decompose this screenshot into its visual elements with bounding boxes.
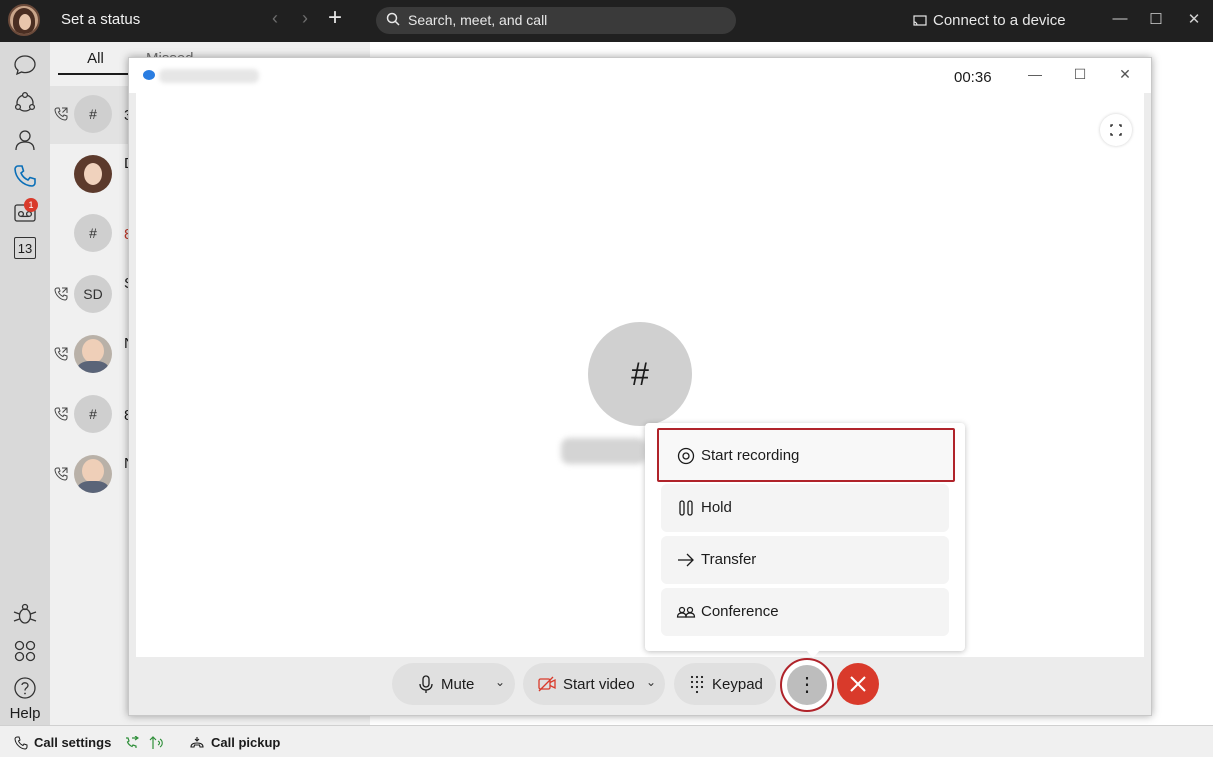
call-status-green-icon — [149, 736, 163, 749]
keypad-icon — [690, 675, 704, 694]
call-window: 00:36 — ☐ ✕ # — [128, 57, 1152, 716]
menu-item-label: Conference — [701, 603, 779, 620]
hold-menu-item[interactable]: Hold — [661, 484, 949, 532]
set-status-button[interactable]: Set a status — [61, 11, 140, 28]
more-options-icon: ⋮ — [787, 665, 827, 705]
transfer-menu-item[interactable]: Transfer — [661, 536, 949, 584]
contacts-icon[interactable] — [12, 127, 38, 153]
menu-pointer — [806, 650, 820, 658]
status-bar: Call settings Call pickup — [0, 725, 1213, 757]
minimize-icon[interactable]: — — [1110, 10, 1130, 27]
record-icon — [677, 447, 695, 465]
conference-menu-item[interactable]: Conference — [661, 588, 949, 636]
call-avatar: SD — [74, 275, 112, 313]
redacted-caller-title — [159, 69, 259, 83]
redacted-caller-name — [561, 438, 646, 464]
start-video-label: Start video — [563, 676, 635, 693]
apps-icon[interactable] — [12, 638, 38, 664]
outgoing-call-icon — [54, 287, 68, 301]
call-settings-button[interactable]: Call settings — [14, 735, 169, 750]
outgoing-call-icon — [54, 407, 68, 421]
cast-icon — [913, 15, 927, 26]
connect-device-button[interactable]: Connect to a device — [913, 12, 1066, 29]
menu-item-label: Hold — [701, 499, 732, 516]
title-bar: Set a status ‹ › + Search, meet, and cal… — [0, 0, 1213, 42]
webex-logo-icon — [143, 70, 155, 80]
more-options-button[interactable]: ⋮ — [780, 658, 834, 712]
messaging-icon[interactable] — [12, 52, 38, 78]
voicemail-badge: 1 — [24, 198, 38, 212]
video-options-chevron-icon[interactable]: ⌄ — [646, 675, 656, 689]
call-avatar-photo — [74, 335, 112, 373]
call-avatar: # — [74, 214, 112, 252]
search-input[interactable]: Search, meet, and call — [376, 7, 736, 34]
call-settings-icon — [14, 736, 28, 750]
call-forward-icon — [125, 736, 139, 748]
new-item-plus-icon[interactable]: + — [328, 6, 342, 30]
debug-icon[interactable] — [12, 601, 38, 627]
mute-options-chevron-icon[interactable]: ⌄ — [495, 675, 505, 689]
teams-icon[interactable] — [12, 90, 38, 116]
call-window-titlebar: 00:36 — ☐ ✕ — [129, 58, 1151, 93]
tab-all[interactable]: All — [58, 50, 133, 67]
help-label[interactable]: Help — [0, 705, 50, 722]
menu-item-label: Start recording — [701, 447, 800, 464]
outgoing-call-icon — [54, 467, 68, 481]
more-options-menu: Start recording Hold Transfer Conference — [645, 423, 965, 651]
conference-icon — [676, 606, 696, 618]
call-timer: 00:36 — [954, 69, 992, 86]
profile-avatar[interactable] — [8, 4, 40, 36]
calendar-icon[interactable]: 13 — [14, 237, 36, 259]
call-settings-label: Call settings — [34, 735, 112, 750]
keypad-button[interactable]: Keypad — [674, 663, 776, 705]
calling-icon[interactable] — [12, 163, 38, 189]
start-recording-menu-item[interactable]: Start recording — [657, 428, 955, 482]
forward-arrow-icon[interactable]: › — [302, 8, 308, 29]
hold-icon — [679, 500, 693, 516]
menu-item-label: Transfer — [701, 551, 757, 568]
call-pickup-button[interactable]: Call pickup — [189, 735, 280, 750]
mute-label: Mute — [441, 676, 475, 693]
outgoing-call-icon — [54, 107, 68, 121]
tab-all-underline — [58, 73, 133, 75]
call-avatar: # — [74, 95, 112, 133]
call-avatar-photo — [74, 155, 112, 193]
search-icon — [386, 12, 400, 26]
caller-avatar: # — [588, 322, 692, 426]
call-avatar-photo — [74, 455, 112, 493]
call-maximize-icon[interactable]: ☐ — [1070, 66, 1090, 83]
call-close-icon[interactable]: ✕ — [1115, 66, 1135, 83]
fullscreen-icon — [1110, 124, 1122, 136]
transfer-icon — [678, 553, 694, 567]
call-avatar: # — [74, 395, 112, 433]
call-pickup-label: Call pickup — [211, 735, 281, 750]
search-placeholder: Search, meet, and call — [408, 12, 548, 28]
mute-button[interactable]: Mute ⌄ — [392, 663, 515, 705]
fullscreen-button[interactable] — [1100, 114, 1132, 146]
call-pickup-icon — [190, 737, 204, 748]
keypad-label: Keypad — [712, 676, 763, 693]
navigation-rail: 1 13 Help — [0, 42, 50, 725]
microphone-icon — [419, 675, 433, 693]
video-off-icon — [538, 676, 556, 692]
help-icon[interactable] — [12, 675, 38, 701]
call-minimize-icon[interactable]: — — [1025, 66, 1045, 82]
outgoing-call-icon — [54, 347, 68, 361]
start-video-button[interactable]: Start video ⌄ — [523, 663, 665, 705]
back-arrow-icon[interactable]: ‹ — [272, 8, 278, 29]
connect-device-label: Connect to a device — [933, 12, 1066, 29]
maximize-icon[interactable]: ☐ — [1146, 10, 1166, 28]
end-call-icon — [850, 676, 866, 692]
end-call-button[interactable] — [837, 663, 879, 705]
close-icon[interactable]: ✕ — [1184, 10, 1204, 28]
